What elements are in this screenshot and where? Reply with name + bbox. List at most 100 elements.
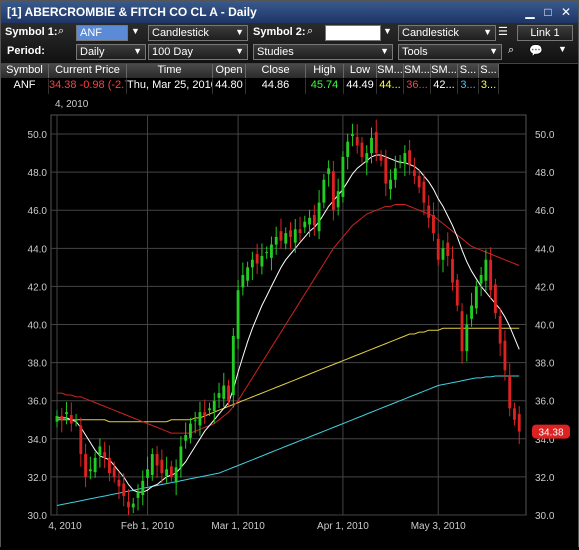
candle-body [136, 492, 140, 498]
column-header[interactable]: Close [246, 64, 306, 78]
candle-body [289, 230, 292, 237]
y-tick-label-left: 34.0 [28, 435, 48, 446]
search-icon[interactable]: ⌕ [307, 25, 313, 38]
title-bar[interactable]: [1] ABERCROMBIE & FITCH CO CL A - Daily … [1, 1, 578, 23]
price-chart[interactable]: 30.0 30.0 32.0 32.0 34.0 34.0 36.0 36.0 38.0 38.0… [1, 95, 578, 547]
symbol1-input[interactable]: ANF [76, 25, 128, 41]
candle-body [236, 290, 240, 339]
candle-body [241, 275, 245, 288]
y-tick-label-left: 42.0 [28, 282, 48, 293]
candle-body [117, 479, 121, 487]
y-tick-label-right: 36.0 [535, 397, 555, 408]
toolbar: Symbol 1: ⌕ ANF ▼ Candlestick ▼ Symbol 2:… [1, 23, 578, 64]
candle-body [379, 155, 383, 161]
tools-select[interactable]: Tools ▼ [398, 44, 502, 60]
search-icon[interactable]: ⌕ [58, 25, 64, 38]
x-tick-label: Mar 1, 2010 [211, 521, 265, 532]
column-header[interactable]: S... [479, 64, 499, 78]
quote-cell: 44.80 [213, 79, 246, 94]
link-button[interactable]: Link 1 [517, 25, 573, 41]
y-tick-label-right: 38.0 [535, 359, 555, 370]
candle-body [493, 284, 497, 314]
chart-svg: 30.0 30.032.0 32.034.0 34.036.0 36.038.0 38.0… [1, 95, 578, 547]
range-select[interactable]: 100 Day ▼ [148, 44, 248, 60]
column-header[interactable]: SM... [404, 64, 431, 78]
candle-body [336, 191, 340, 208]
candle-body [131, 503, 135, 508]
range-value: 100 Day [152, 46, 193, 58]
candle-body [498, 315, 502, 344]
list-icon[interactable]: ☰ [498, 25, 508, 38]
y-tick-label-left: 38.0 [28, 359, 48, 370]
column-header[interactable]: SM... [377, 64, 404, 78]
quote-cell: 3... [458, 79, 479, 94]
candle-body [79, 425, 83, 455]
candle-body [212, 400, 216, 412]
column-header[interactable]: Symbol [1, 64, 49, 78]
y-tick-label-right: 30.0 [535, 511, 555, 522]
candle-body [508, 375, 512, 409]
y-tick-label-left: 36.0 [28, 397, 48, 408]
column-header[interactable]: Current Price [49, 64, 127, 78]
studies-value: Studies [257, 46, 294, 58]
y-tick-label-right: 40.0 [535, 321, 555, 332]
candle-body [188, 423, 192, 438]
candle-body [174, 467, 178, 483]
minimize-icon[interactable]: ▁ [523, 5, 537, 19]
candle-body [146, 469, 149, 478]
close-icon[interactable]: ✕ [559, 5, 573, 19]
zoom-icon[interactable]: ⌕ [508, 44, 514, 57]
maximize-icon[interactable]: □ [541, 5, 555, 19]
candle-body [127, 501, 130, 508]
candle-body [284, 233, 288, 244]
candle-body [412, 170, 416, 176]
candle-body [317, 202, 321, 232]
candle-body [489, 259, 493, 291]
candle-body [389, 179, 393, 190]
window-title: [1] ABERCROMBIE & FITCH CO CL A - Daily [7, 5, 257, 19]
column-header[interactable]: SM... [431, 64, 458, 78]
symbol2-input[interactable] [325, 25, 381, 41]
candle-body [331, 171, 335, 211]
candle-body [470, 305, 474, 319]
x-tick-label: Apr 1, 2010 [317, 521, 369, 532]
candle-body [517, 414, 521, 432]
candle-body [255, 254, 259, 264]
candle-body [93, 457, 97, 473]
y-tick-label-left: 48.0 [28, 168, 48, 179]
comment-icon[interactable]: 💬 [529, 44, 543, 57]
chart-background [1, 95, 578, 547]
column-header[interactable]: Time [127, 64, 213, 78]
candle-body [360, 142, 364, 157]
y-tick-label-left: 46.0 [28, 206, 48, 217]
quote-grid: SymbolANFCurrent Price34.38 -0.98 (-2.76… [1, 64, 578, 94]
chevron-down-icon[interactable]: ▼ [131, 26, 140, 36]
chart-type1-select[interactable]: Candlestick ▼ [148, 25, 248, 41]
column-header[interactable]: S... [458, 64, 479, 78]
column-header[interactable]: Low [344, 64, 377, 78]
candle-body [398, 160, 402, 163]
column-header[interactable]: Open [213, 64, 246, 78]
chart-window: [1] ABERCROMBIE & FITCH CO CL A - Daily … [0, 0, 579, 547]
candle-body [217, 393, 221, 398]
chevron-down-icon[interactable]: ▼ [558, 44, 567, 54]
candle-body [370, 137, 373, 154]
period-value: Daily [80, 46, 105, 58]
candle-body [274, 236, 278, 245]
x-tick-label: 4, 2010 [48, 521, 82, 532]
candle-body [465, 324, 469, 352]
candle-body [122, 483, 126, 496]
column-header[interactable]: High [306, 64, 344, 78]
studies-select[interactable]: Studies ▼ [253, 44, 393, 60]
candle-body [279, 231, 283, 241]
period-select[interactable]: Daily ▼ [76, 44, 146, 60]
candle-body [303, 221, 307, 228]
candle-body [208, 408, 211, 411]
candle-body [432, 215, 435, 234]
chevron-down-icon: ▼ [489, 46, 498, 56]
candle-body [341, 156, 345, 197]
symbol1-label: Symbol 1: [5, 26, 58, 38]
chart-type2-select[interactable]: Candlestick ▼ [398, 25, 496, 41]
candle-body [436, 238, 440, 260]
chevron-down-icon[interactable]: ▼ [383, 26, 392, 36]
